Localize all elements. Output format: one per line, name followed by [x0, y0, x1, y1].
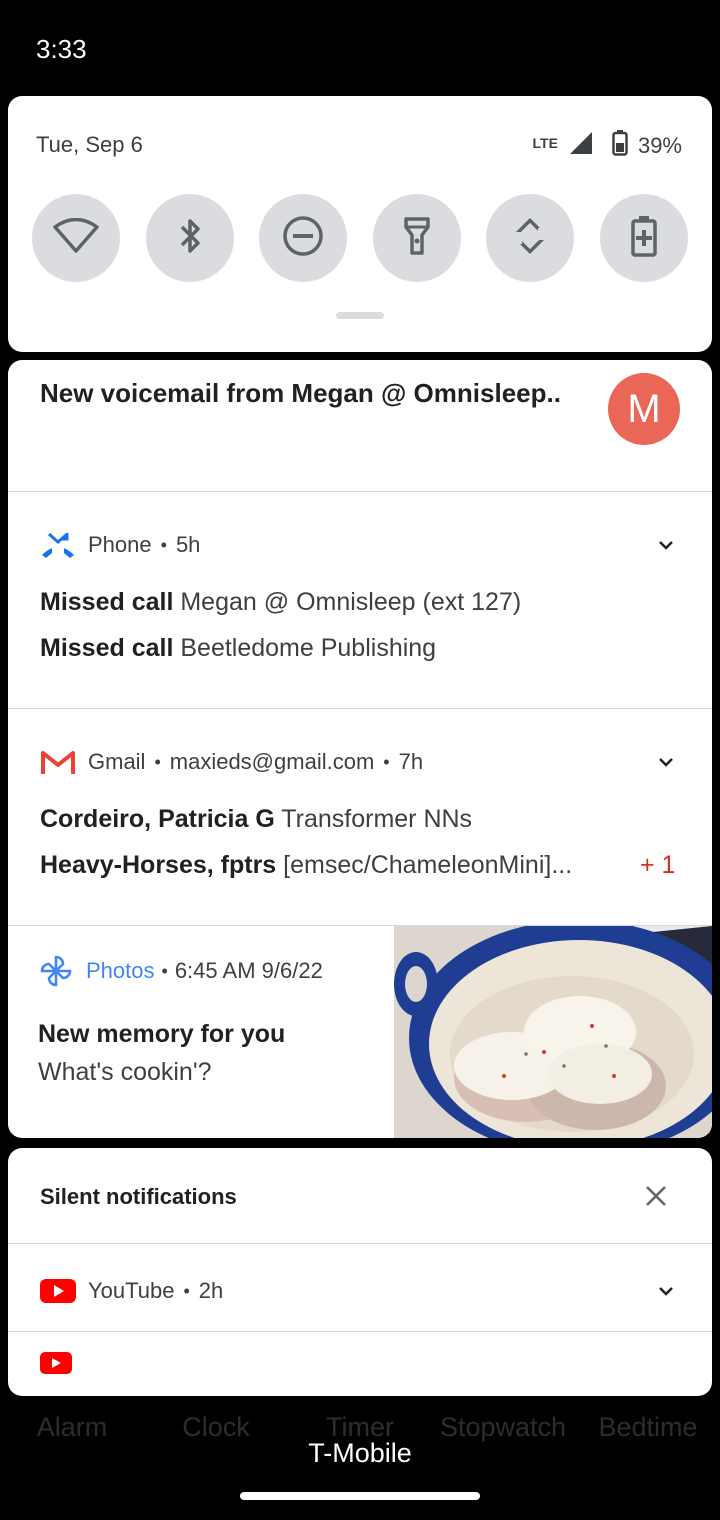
chevron-down-icon	[658, 754, 674, 772]
photos-subtitle: What's cookin'?	[38, 1058, 212, 1086]
youtube-icon	[40, 1276, 76, 1306]
photos-title: New memory for you	[38, 1020, 286, 1048]
app-name: YouTube	[88, 1278, 175, 1303]
chevron-down-icon	[658, 1283, 674, 1301]
line-text: [emsec/ChameleonMini]...	[283, 851, 573, 879]
bluetooth-tile[interactable]	[145, 194, 234, 282]
voicemail-title: New voicemail from Megan @ Omnisleep..	[40, 378, 561, 408]
missed-call-icon	[40, 530, 76, 560]
chevron-down-icon	[658, 537, 674, 555]
phone-notification[interactable]: Phone • 5h Missed call Megan @ Omnisleep…	[8, 492, 712, 708]
voicemail-notification[interactable]: New voicemail from Megan @ Omnisleep.. M	[8, 360, 712, 491]
youtube-header: YouTube • 2h	[40, 1276, 223, 1306]
youtube-notification[interactable]: YouTube • 2h	[8, 1244, 712, 1331]
expand-button[interactable]	[652, 532, 680, 560]
gmail-header: Gmail • maxieds@gmail.com • 7h	[40, 747, 423, 777]
gmail-notification[interactable]: Gmail • maxieds@gmail.com • 7h Cordeiro,…	[8, 709, 712, 925]
dismiss-silent-button[interactable]	[642, 1182, 670, 1210]
separator: •	[161, 960, 168, 981]
wifi-tile[interactable]	[32, 194, 120, 282]
notification-line: Heavy-Horses, fptrs [emsec/ChameleonMini…	[40, 851, 572, 880]
wifi-icon	[52, 217, 100, 259]
carrier-label: T-Mobile	[308, 1438, 412, 1468]
app-name: Phone	[88, 532, 152, 557]
youtube-notification-collapsed[interactable]	[8, 1332, 712, 1396]
notification-line: Missed call Megan @ Omnisleep (ext 127)	[40, 588, 521, 617]
quick-settings-tiles	[32, 194, 688, 282]
timestamp: 6:45 AM 9/6/22	[174, 958, 323, 983]
silent-notifications: Silent notifications YouTube • 2h	[8, 1148, 712, 1396]
notification-stack: New voicemail from Megan @ Omnisleep.. M…	[8, 360, 712, 1138]
line-sender: Heavy-Horses, fptrs	[40, 851, 277, 879]
flashlight-tile[interactable]	[372, 194, 461, 282]
line-sender: Missed call	[40, 588, 174, 616]
phone-header: Phone • 5h	[40, 530, 200, 560]
timestamp: 2h	[198, 1278, 224, 1303]
notification-line: Missed call Beetledome Publishing	[40, 634, 436, 663]
more-count: + 1	[640, 851, 676, 879]
silent-header: Silent notifications	[40, 1184, 237, 1209]
battery-saver-tile[interactable]	[599, 194, 688, 282]
memory-photo[interactable]	[394, 926, 712, 1138]
gesture-nav-bar[interactable]	[240, 1492, 480, 1500]
qs-status-icons: LTE 39%	[533, 130, 682, 161]
separator: •	[183, 1280, 190, 1301]
separator: •	[160, 534, 167, 555]
photos-pinwheel-icon	[38, 955, 74, 987]
app-name: Gmail	[88, 749, 146, 774]
battery-percent: 39%	[637, 132, 682, 158]
avatar: M	[608, 373, 680, 445]
youtube-icon	[40, 1352, 72, 1379]
battery-saver-icon	[630, 215, 658, 262]
bluetooth-icon	[176, 216, 204, 261]
expand-button[interactable]	[652, 749, 680, 777]
notification-line: Cordeiro, Patricia G Transformer NNs	[40, 805, 472, 834]
status-bar: 3:33	[0, 0, 720, 96]
avatar-letter: M	[627, 386, 661, 431]
separator: •	[383, 751, 390, 772]
account: maxieds@gmail.com	[169, 749, 375, 774]
gmail-icon	[40, 747, 76, 777]
qs-date[interactable]: Tue, Sep 6	[36, 132, 143, 158]
line-sender: Cordeiro, Patricia G	[40, 805, 275, 833]
separator: •	[154, 751, 161, 772]
line-text: Transformer NNs	[281, 805, 473, 833]
app-name: Photos	[86, 958, 155, 983]
timestamp: 7h	[398, 749, 424, 774]
battery-icon	[612, 130, 628, 161]
line-text: Beetledome Publishing	[180, 634, 437, 662]
auto-rotate-icon	[508, 214, 552, 263]
do-not-disturb-icon	[282, 215, 324, 262]
auto-rotate-tile[interactable]	[486, 194, 575, 282]
do-not-disturb-tile[interactable]	[259, 194, 348, 282]
timestamp: 5h	[175, 532, 201, 557]
status-time: 3:33	[36, 34, 87, 64]
flashlight-icon	[403, 216, 431, 261]
line-sender: Missed call	[40, 634, 174, 662]
lte-label: LTE	[532, 134, 558, 151]
drag-handle[interactable]	[336, 312, 384, 319]
signal-icon	[568, 131, 594, 160]
photos-header: Photos • 6:45 AM 9/6/22	[38, 955, 323, 987]
line-text: Megan @ Omnisleep (ext 127)	[180, 588, 522, 616]
expand-button[interactable]	[652, 1278, 680, 1306]
quick-settings-panel: Tue, Sep 6 LTE 39%	[8, 96, 712, 352]
close-icon	[642, 1186, 670, 1214]
